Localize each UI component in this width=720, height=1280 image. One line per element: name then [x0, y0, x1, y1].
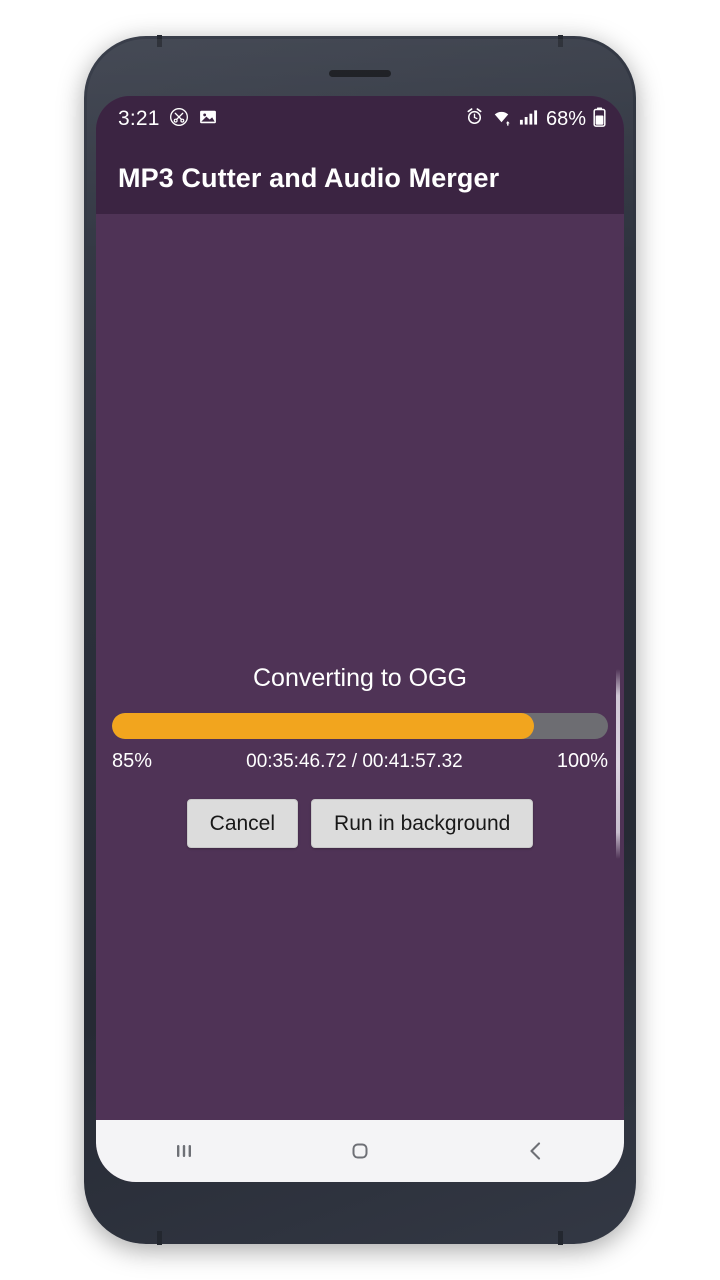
battery-percent-label: 68%: [545, 107, 586, 130]
recents-icon[interactable]: [139, 1120, 229, 1182]
progress-bar-track: [112, 713, 608, 739]
device-antenna-line-bottom-left: [157, 1231, 162, 1245]
scissors-circle-icon: [169, 107, 189, 132]
battery-icon: [593, 107, 606, 132]
status-bar: 3:21 68%: [96, 96, 624, 142]
back-icon[interactable]: [491, 1120, 581, 1182]
phone-device: 3:21 68% MP3 Cutter and Audio Merger Con…: [84, 35, 636, 1245]
main-content: Converting to OGG 85% 00:35:46.72 / 00:4…: [96, 214, 624, 1120]
dialog-button-row: Cancel Run in background: [112, 799, 608, 849]
status-bar-right: 68%: [465, 107, 606, 132]
wifi-icon: [491, 107, 512, 131]
progress-time-label: 00:35:46.72 / 00:41:57.32: [246, 751, 463, 772]
home-icon[interactable]: [315, 1120, 405, 1182]
app-title: MP3 Cutter and Audio Merger: [118, 162, 500, 193]
signal-bars-icon: [519, 108, 538, 131]
cancel-button[interactable]: Cancel: [186, 799, 299, 849]
app-bar: MP3 Cutter and Audio Merger: [96, 142, 624, 214]
phone-screen: 3:21 68% MP3 Cutter and Audio Merger Con…: [96, 96, 624, 1182]
image-icon: [198, 107, 218, 132]
progress-max-label: 100%: [556, 750, 608, 772]
progress-title: Converting to OGG: [253, 664, 467, 692]
progress-labels: 85% 00:35:46.72 / 00:41:57.32 100%: [112, 750, 608, 773]
earpiece-speaker: [329, 70, 391, 77]
run-in-background-button[interactable]: Run in background: [311, 799, 534, 849]
status-clock: 3:21: [118, 107, 160, 130]
progress-bar-fill: [112, 713, 534, 739]
device-antenna-line-bottom-right: [558, 1231, 563, 1245]
progress-dialog: Converting to OGG 85% 00:35:46.72 / 00:4…: [96, 664, 624, 849]
alarm-icon: [465, 107, 484, 131]
status-bar-left: 3:21: [118, 107, 218, 132]
device-antenna-line-top-left: [157, 35, 162, 47]
navigation-bar: [96, 1120, 624, 1182]
progress-min-label: 85%: [112, 750, 153, 772]
device-antenna-line-top-right: [558, 35, 563, 47]
